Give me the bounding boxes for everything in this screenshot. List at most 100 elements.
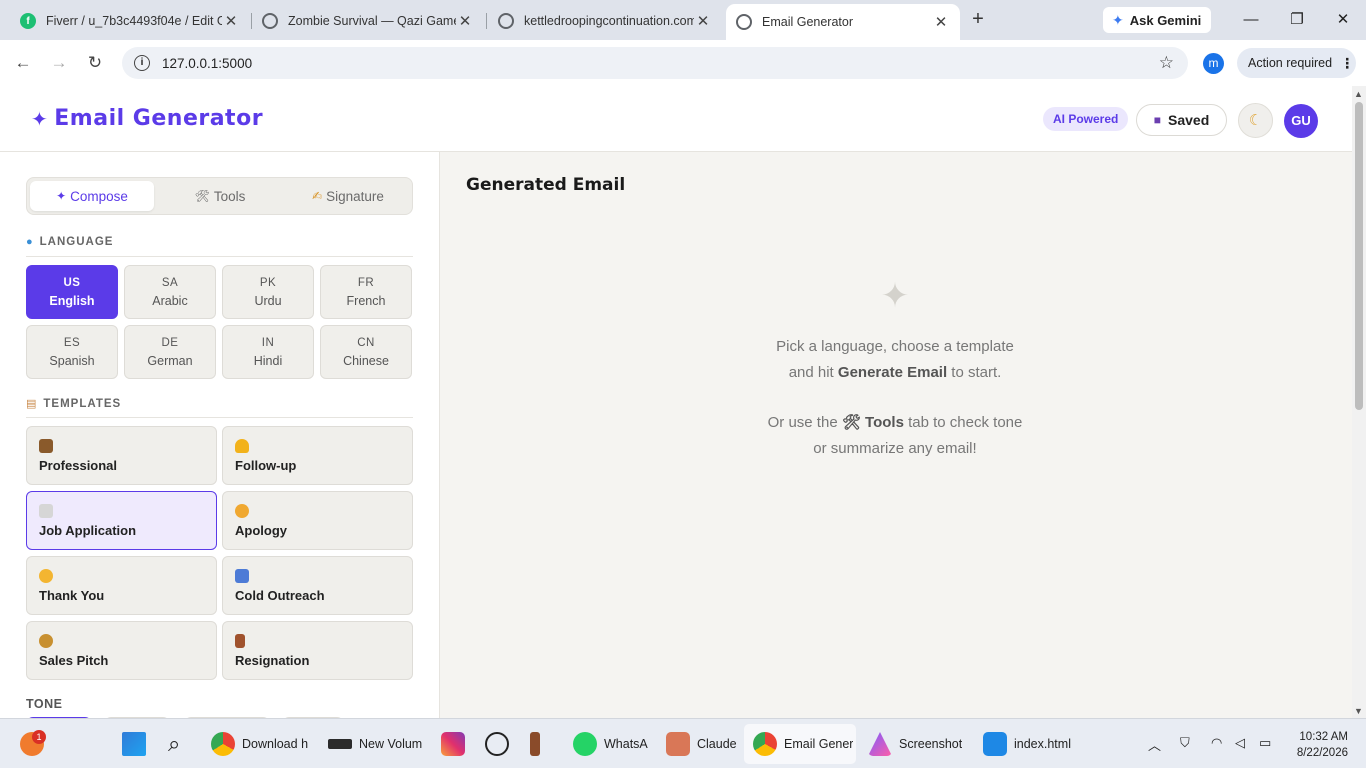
template-label: Apology <box>235 523 287 538</box>
template-label: Professional <box>39 458 118 473</box>
browser-tab-email-generator[interactable]: Email Generator ✕ <box>726 4 960 40</box>
template-label: Follow-up <box>235 458 297 473</box>
scroll-down-icon[interactable]: ▼ <box>1354 706 1363 716</box>
tab-tools[interactable]: 🛠 Tools <box>158 181 282 211</box>
template-cold-outreach[interactable]: Cold Outreach <box>222 556 413 615</box>
template-resignation[interactable]: Resignation <box>222 621 413 680</box>
dark-mode-toggle[interactable]: ☾ <box>1238 103 1273 138</box>
language-name: French <box>346 294 386 308</box>
system-clock[interactable]: 10:32 AM 8/22/2026 <box>1297 729 1348 761</box>
close-icon[interactable]: ✕ <box>694 12 712 30</box>
scroll-up-icon[interactable]: ▲ <box>1354 89 1363 99</box>
template-job-application[interactable]: Job Application <box>26 491 217 550</box>
page-scrollbar[interactable]: ▲ ▼ <box>1352 86 1366 718</box>
instagram-icon <box>441 732 465 756</box>
tab-signature[interactable]: ✍ Signature <box>286 181 410 211</box>
taskbar-item-whatsapp[interactable]: WhatsA <box>573 719 653 768</box>
template-label: Sales Pitch <box>39 653 109 668</box>
template-label: Job Application <box>39 523 137 538</box>
fiverr-icon: f <box>20 13 36 29</box>
taskbar-item-email-generator[interactable]: Email Gener <box>744 724 856 764</box>
close-icon[interactable]: ✕ <box>932 13 950 31</box>
section-title-text: LANGUAGE <box>39 236 114 248</box>
template-apology[interactable]: Apology <box>222 491 413 550</box>
template-sales-pitch[interactable]: Sales Pitch <box>26 621 217 680</box>
volume-icon[interactable]: ◁ <box>1235 735 1245 751</box>
taskbar-item-chatgpt[interactable] <box>485 719 516 768</box>
taskbar-item-explorer[interactable]: New Volum <box>328 719 426 768</box>
close-icon[interactable]: ✕ <box>456 12 474 30</box>
browser-tab-fiverr[interactable]: f Fiverr / u_7b3c4493f04e / Edit G ✕ <box>10 6 250 36</box>
chrome-icon <box>211 732 235 756</box>
sparkle-icon: ✦ <box>56 189 67 203</box>
bookmark-star-icon[interactable]: ☆ <box>1159 53 1174 73</box>
brand-logo[interactable]: ✦ Email Generator <box>31 106 263 131</box>
tab-compose[interactable]: ✦ Compose <box>30 181 154 211</box>
vpn-icon[interactable]: ⛉ <box>1180 735 1190 751</box>
user-avatar[interactable]: GU <box>1284 104 1318 138</box>
tab-title: Zombie Survival — Qazi Games <box>288 14 456 28</box>
site-info-icon[interactable]: i <box>134 55 150 71</box>
saved-button[interactable]: ■ Saved <box>1136 104 1227 136</box>
language-option-french[interactable]: FR French <box>320 265 412 319</box>
action-required-button[interactable]: Action required ⋮ <box>1237 48 1356 78</box>
language-code: FR <box>357 277 375 289</box>
search-button[interactable]: ⌕ <box>168 719 180 768</box>
template-professional[interactable]: Professional <box>26 426 217 485</box>
section-title-text: TEMPLATES <box>43 397 122 410</box>
chrome-icon <box>753 732 777 756</box>
language-option-english[interactable]: US English <box>26 265 118 319</box>
more-menu-icon[interactable]: ⋮ <box>1340 55 1354 72</box>
close-icon[interactable]: ✕ <box>222 12 240 30</box>
close-window-icon[interactable]: ✕ <box>1328 8 1358 32</box>
taskbar-item-vscode[interactable]: index.html <box>983 719 1075 768</box>
language-name: Spanish <box>49 354 95 368</box>
language-option-german[interactable]: DE German <box>124 325 216 379</box>
browser-tab-zombie[interactable]: Zombie Survival — Qazi Games ✕ <box>252 6 484 36</box>
reload-icon[interactable]: ↻ <box>84 52 106 74</box>
language-option-urdu[interactable]: PK Urdu <box>222 265 314 319</box>
taskbar-label: WhatsA <box>604 737 648 751</box>
back-icon[interactable]: ← <box>12 52 34 74</box>
language-option-chinese[interactable]: CN Chinese <box>320 325 412 379</box>
ask-gemini-button[interactable]: ✦ Ask Gemini <box>1103 7 1211 33</box>
language-code: PK <box>259 277 277 289</box>
globe-icon <box>262 13 278 29</box>
start-button[interactable] <box>122 719 153 768</box>
gemini-icon: ✦ <box>1112 11 1124 28</box>
taskbar-item-claude[interactable]: Claude <box>666 719 736 768</box>
language-name: German <box>147 354 193 368</box>
scrollbar-thumb[interactable] <box>1355 102 1363 410</box>
taskbar-label: Claude <box>697 737 736 751</box>
battery-icon[interactable]: ▭ <box>1259 735 1271 751</box>
taskbar-item-chrome-download[interactable]: Download h <box>211 719 311 768</box>
profile-avatar[interactable]: m <box>1203 53 1224 74</box>
text: tab to check tone <box>903 414 1023 431</box>
tone-section-title: TONE <box>26 697 63 711</box>
chevron-up-icon[interactable]: ︿ <box>1148 735 1161 754</box>
text: and hit <box>788 364 838 381</box>
globe-icon <box>498 13 514 29</box>
empty-line-1: Pick a language, choose a template <box>776 338 1014 355</box>
forward-icon[interactable]: → <box>48 52 70 74</box>
notification-widget[interactable]: 1 <box>20 719 51 768</box>
new-tab-button[interactable]: + <box>966 8 990 32</box>
vscode-icon <box>983 732 1007 756</box>
minimize-icon[interactable]: — <box>1236 8 1266 32</box>
taskbar-label: Screenshot <box>899 737 963 751</box>
template-follow-up[interactable]: Follow-up <box>222 426 413 485</box>
taskbar-label: Download h <box>242 737 309 751</box>
language-option-hindi[interactable]: IN Hindi <box>222 325 314 379</box>
taskbar-item-figure[interactable] <box>530 719 547 768</box>
restore-icon[interactable]: ❐ <box>1282 8 1312 32</box>
address-bar[interactable]: i 127.0.0.1:5000 ☆ <box>122 47 1188 79</box>
wifi-icon[interactable]: ◠ <box>1211 735 1222 751</box>
language-option-spanish[interactable]: ES Spanish <box>26 325 118 379</box>
taskbar-item-instagram[interactable] <box>441 719 472 768</box>
language-option-arabic[interactable]: SA Arabic <box>124 265 216 319</box>
taskbar-item-screenshot[interactable]: Screenshot <box>868 719 968 768</box>
text: to start. <box>947 364 1002 381</box>
ai-powered-badge: AI Powered <box>1043 107 1129 131</box>
browser-tab-kettle[interactable]: kettledroopingcontinuation.com ✕ <box>488 6 722 36</box>
template-thank-you[interactable]: Thank You <box>26 556 217 615</box>
